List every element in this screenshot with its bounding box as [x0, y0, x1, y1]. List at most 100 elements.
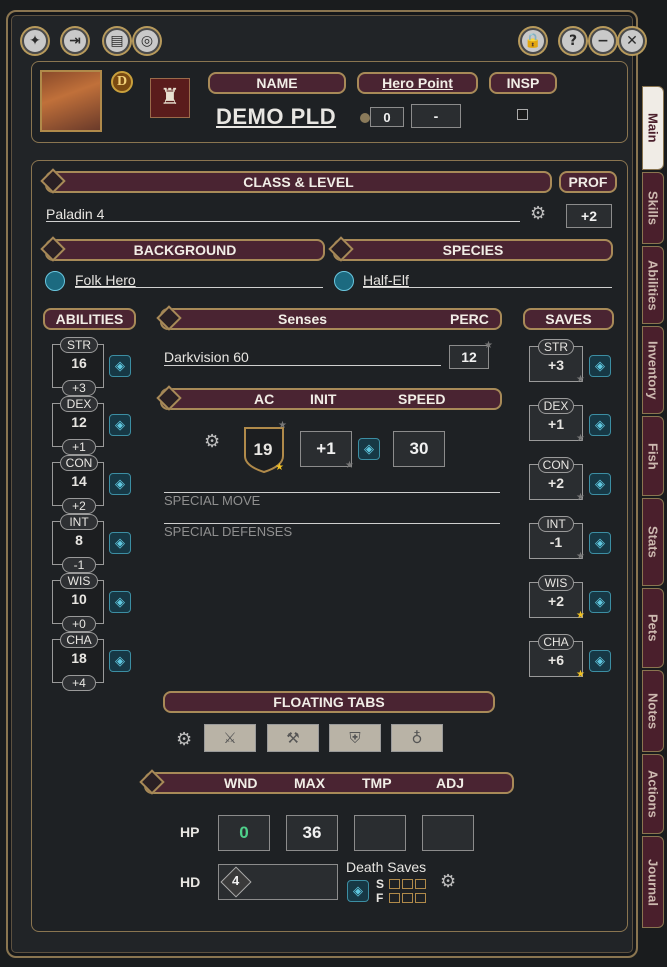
ability-cha[interactable]: CHA 18 +4 — [52, 632, 104, 691]
ability-cha-dice-icon[interactable]: ◈ — [109, 650, 131, 672]
ability-dex-mod: +1 — [62, 439, 96, 455]
save-int-value: -1 — [549, 534, 563, 550]
sheet-menu-icon[interactable]: ✦ — [22, 28, 48, 54]
special-defenses-label: SPECIAL DEFENSES — [164, 524, 293, 539]
tab-journal[interactable]: Journal — [642, 836, 664, 928]
tab-stats[interactable]: Stats — [642, 498, 664, 586]
ability-wis-dice-icon[interactable]: ◈ — [109, 591, 131, 613]
ability-int[interactable]: INT 8 -1 — [52, 514, 104, 573]
tab-main[interactable]: Main — [642, 86, 664, 170]
ability-str-dice-icon[interactable]: ◈ — [109, 355, 131, 377]
minimize-icon[interactable]: − — [590, 28, 616, 54]
save-str-dice-icon[interactable]: ◈ — [589, 355, 611, 377]
save-con-dice-icon[interactable]: ◈ — [589, 473, 611, 495]
d-badge[interactable]: D — [111, 71, 133, 93]
passive-perception-value: 12 — [449, 345, 489, 369]
ability-wis[interactable]: WIS 10 +0 — [52, 573, 104, 632]
tab-abilities[interactable]: Abilities — [642, 246, 664, 324]
ac-star-icon: ★ — [278, 420, 287, 431]
floating-tabs-gear-icon[interactable]: ⚙ — [176, 729, 192, 750]
class-settings-gear-icon[interactable]: ⚙ — [530, 203, 546, 224]
speed-value[interactable]: 30 — [393, 431, 445, 467]
ability-cha-label: CHA — [60, 632, 98, 648]
floating-tab-tools-icon[interactable]: ⚒ — [267, 724, 319, 752]
death-saves-gear-icon[interactable]: ⚙ — [440, 871, 456, 892]
species-underline — [363, 287, 612, 288]
death-save-fail-2[interactable] — [402, 893, 413, 903]
floating-tab-combat-icon[interactable]: ⚔ — [204, 724, 256, 752]
ability-con-dice-icon[interactable]: ◈ — [109, 473, 131, 495]
save-int[interactable]: INT -1 — [529, 516, 583, 559]
floating-tab-pouch-icon[interactable]: ♁ — [391, 724, 443, 752]
background-header: BACKGROUND — [45, 239, 325, 261]
hero-point-label: Hero Point — [382, 75, 453, 91]
death-save-fail-1[interactable] — [389, 893, 400, 903]
ability-con[interactable]: CON 14 +2 — [52, 455, 104, 514]
senses-value[interactable]: Darkvision 60 — [164, 349, 249, 365]
class-level-value[interactable]: Paladin 4 — [46, 206, 104, 222]
ability-con-score: 14 — [71, 473, 87, 489]
ac-value[interactable]: 19 — [243, 440, 283, 460]
save-cha[interactable]: CHA +6 — [529, 634, 583, 677]
chat-icon[interactable]: ▤ — [104, 28, 130, 54]
ability-dex[interactable]: DEX 12 +1 — [52, 396, 104, 455]
combat-settings-gear-icon[interactable]: ⚙ — [204, 431, 220, 452]
death-save-success-1[interactable] — [389, 879, 400, 889]
species-link-icon[interactable] — [334, 271, 354, 291]
save-str[interactable]: STR +3 — [529, 339, 583, 382]
hero-point-value[interactable]: 0 — [370, 107, 404, 127]
hp-wounds-value[interactable]: 0 — [218, 815, 270, 851]
health-header: WND MAX TMP ADJ — [144, 772, 514, 794]
special-move-underline — [164, 492, 500, 493]
tab-inventory[interactable]: Inventory — [642, 326, 664, 414]
death-save-success-3[interactable] — [415, 879, 426, 889]
save-str-value: +3 — [548, 357, 564, 373]
save-cha-dice-icon[interactable]: ◈ — [589, 650, 611, 672]
death-save-fail-3[interactable] — [415, 893, 426, 903]
species-value[interactable]: Half-Elf — [363, 272, 409, 288]
ability-dex-score: 12 — [71, 414, 87, 430]
hp-adj-value[interactable] — [422, 815, 474, 851]
save-dex-dice-icon[interactable]: ◈ — [589, 414, 611, 436]
export-icon[interactable]: ⇥ — [62, 28, 88, 54]
background-value[interactable]: Folk Hero — [75, 272, 136, 288]
lock-icon[interactable]: 🔒 — [520, 28, 546, 54]
death-save-success-2[interactable] — [402, 879, 413, 889]
save-wis-dice-icon[interactable]: ◈ — [589, 591, 611, 613]
tab-pets[interactable]: Pets — [642, 588, 664, 668]
tab-actions[interactable]: Actions — [642, 754, 664, 834]
ability-con-label: CON — [60, 455, 98, 471]
init-dice-icon[interactable]: ◈ — [358, 438, 380, 460]
portrait[interactable] — [40, 70, 102, 132]
ability-dex-dice-icon[interactable]: ◈ — [109, 414, 131, 436]
hp-label: HP — [180, 824, 200, 840]
hero-point-extra[interactable]: - — [411, 104, 461, 128]
hd-label: HD — [180, 874, 201, 890]
save-int-dice-icon[interactable]: ◈ — [589, 532, 611, 554]
castle-icon[interactable]: ♜ — [150, 78, 190, 118]
death-save-dice-icon[interactable]: ◈ — [347, 880, 369, 902]
save-int-star-icon: ★ — [576, 551, 585, 562]
background-link-icon[interactable] — [45, 271, 65, 291]
close-icon[interactable]: ✕ — [619, 28, 645, 54]
save-con[interactable]: CON +2 — [529, 457, 583, 500]
ability-int-dice-icon[interactable]: ◈ — [109, 532, 131, 554]
inspiration-checkbox[interactable] — [517, 109, 528, 120]
hp-temp-value[interactable] — [354, 815, 406, 851]
character-name[interactable]: DEMO PLD — [216, 104, 336, 130]
tab-skills[interactable]: Skills — [642, 172, 664, 244]
save-dex[interactable]: DEX +1 — [529, 398, 583, 441]
save-cha-label: CHA — [538, 634, 574, 650]
hp-max-value[interactable]: 36 — [286, 815, 338, 851]
hit-dice-field[interactable]: 4 — [218, 864, 338, 900]
help-icon[interactable]: ? — [560, 28, 586, 54]
death-save-fail-label: F — [376, 891, 384, 905]
target-icon[interactable]: ◎ — [134, 28, 160, 54]
floating-tab-shield-icon[interactable]: ⛨ — [329, 724, 381, 752]
tab-fish[interactable]: Fish — [642, 416, 664, 496]
saves-header: SAVES — [523, 308, 614, 330]
insp-header: INSP — [489, 72, 557, 94]
tab-notes[interactable]: Notes — [642, 670, 664, 752]
ability-str[interactable]: STR 16 +3 — [52, 337, 104, 396]
save-wis[interactable]: WIS +2 — [529, 575, 583, 618]
